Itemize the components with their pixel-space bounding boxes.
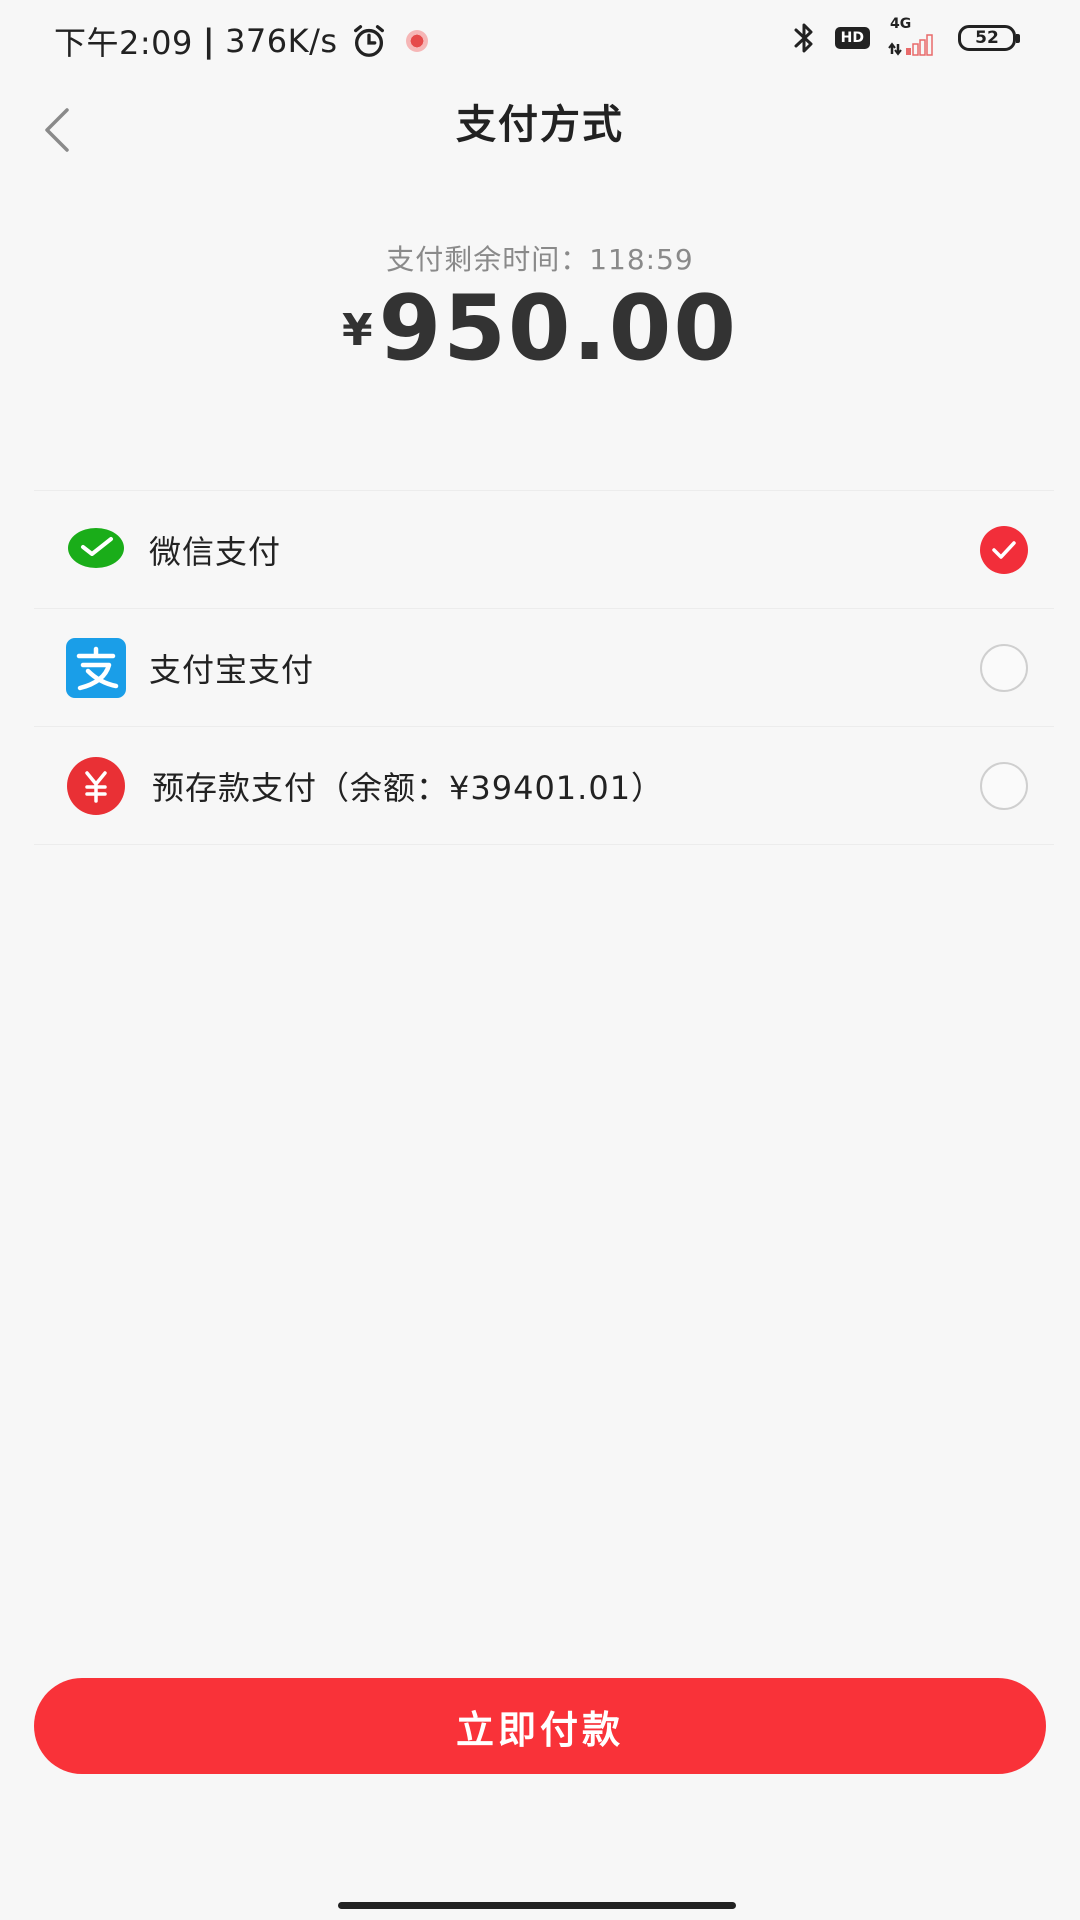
status-left: 下午2:09 | 376K/s <box>54 18 428 64</box>
alarm-icon <box>353 25 384 57</box>
amount-value: 950.00 <box>378 276 738 381</box>
page-title: 支付方式 <box>456 102 624 148</box>
alipay-icon <box>66 637 126 698</box>
radio-unselected[interactable] <box>980 761 1028 810</box>
payment-countdown: 支付剩余时间：118:59 <box>386 243 694 276</box>
payment-method-label: 预存款支付（余额：¥39401.01） <box>152 768 665 807</box>
status-bar: 下午2:09 | 376K/s HD 4G 52 <box>0 0 1080 84</box>
battery-level: 52 <box>975 27 999 48</box>
radio-unselected[interactable] <box>980 643 1028 692</box>
prepaid-yuan-icon <box>67 756 125 815</box>
battery-icon: 52 <box>958 25 1020 51</box>
notification-icon <box>405 30 428 52</box>
bluetooth-icon <box>794 23 813 53</box>
payment-amount: ¥950.00 <box>0 276 1080 381</box>
status-time: 下午2:09 <box>54 24 193 62</box>
checkmark-icon <box>992 540 1016 559</box>
payment-method-alipay[interactable]: 支付宝支付 <box>34 609 1054 727</box>
nav-header: 支付方式 <box>0 84 1080 194</box>
pay-now-button[interactable]: 立即付款 <box>34 1678 1046 1774</box>
wechat-pay-icon <box>68 527 124 568</box>
payment-method-list: 微信支付 支付宝支付 预存款支付（余额：¥39401.01） <box>34 490 1054 845</box>
currency-symbol: ¥ <box>342 305 373 356</box>
status-separator: | <box>202 22 216 60</box>
payment-method-label: 微信支付 <box>149 532 282 571</box>
hd-badge: HD <box>834 27 870 49</box>
payment-method-wechat[interactable]: 微信支付 <box>34 491 1054 609</box>
status-net-speed: 376K/s <box>225 22 338 60</box>
signal-icon <box>888 34 933 56</box>
radio-selected[interactable] <box>980 525 1028 574</box>
signal-indicator: 4G <box>888 16 940 56</box>
payment-method-label: 支付宝支付 <box>149 650 315 689</box>
status-right: HD 4G 52 <box>791 16 1020 56</box>
payment-method-prepaid[interactable]: 预存款支付（余额：¥39401.01） <box>34 727 1054 845</box>
home-indicator[interactable] <box>338 1902 736 1909</box>
